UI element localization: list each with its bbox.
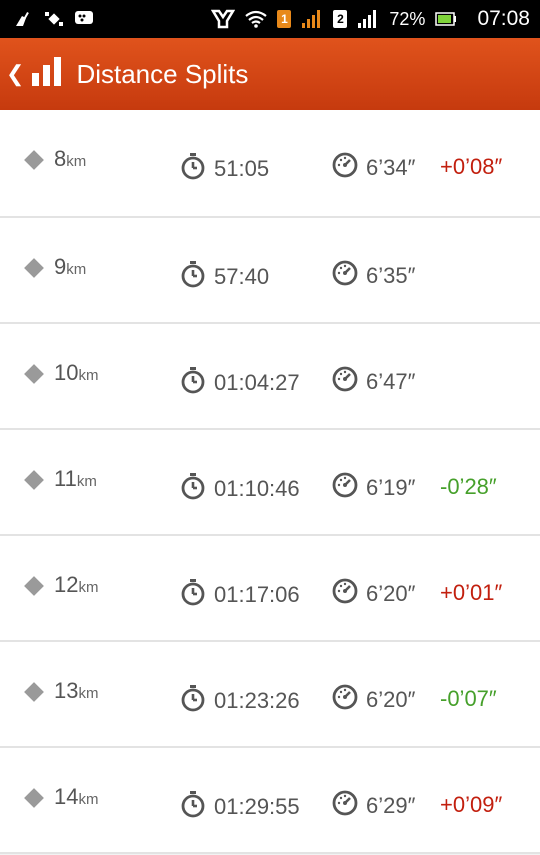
split-row[interactable]: 9km 57:40 6’35″ [0, 218, 540, 324]
stopwatch-icon [180, 684, 206, 717]
split-row[interactable]: 13km 01:23:26 6’20″ -0’07″ [0, 642, 540, 748]
split-pace: 6’29″ [366, 792, 416, 818]
satellite-icon [44, 10, 64, 28]
header-bar: ❮ Distance Splits [0, 38, 540, 110]
diamond-icon [24, 364, 44, 384]
split-pace-group: 6’20″ [332, 578, 415, 609]
split-pace-group: 6’20″ [332, 684, 415, 715]
split-time-group: 01:17:06 [180, 578, 300, 611]
split-time: 01:04:27 [214, 369, 300, 395]
stopwatch-icon [180, 260, 206, 293]
split-time-group: 01:04:27 [180, 366, 300, 399]
status-left [14, 10, 94, 28]
diamond-icon [24, 788, 44, 808]
split-row[interactable]: 8km 51:05 6’34″ +0’08″ [0, 110, 540, 218]
chat-icon [74, 10, 94, 28]
split-time: 51:05 [214, 155, 270, 181]
stopwatch-icon [180, 366, 206, 399]
split-row[interactable]: 11km 01:10:46 6’19″ -0’28″ [0, 430, 540, 536]
split-delta: +0’01″ [440, 580, 503, 605]
speedometer-icon [332, 578, 358, 609]
stopwatch-icon [180, 578, 206, 611]
status-right: 1 2 72% 07:08 [211, 7, 530, 31]
split-time: 01:17:06 [214, 581, 300, 607]
speedometer-icon [332, 366, 358, 397]
split-delta: +0’09″ [440, 792, 503, 817]
split-delta: -0’28″ [440, 474, 497, 499]
split-pace-group: 6’19″ [332, 472, 415, 503]
speedometer-icon [332, 260, 358, 291]
split-time: 01:29:55 [214, 793, 300, 819]
split-time-group: 51:05 [180, 152, 269, 185]
speedometer-icon [332, 684, 358, 715]
split-pace-group: 6’35″ [332, 260, 415, 291]
diamond-icon [24, 682, 44, 702]
diamond-icon [24, 258, 44, 278]
speedometer-icon [332, 790, 358, 821]
stopwatch-icon [180, 472, 206, 505]
split-time-group: 01:29:55 [180, 790, 300, 823]
bar-chart-icon [30, 55, 64, 94]
battery-percent: 72% [389, 8, 426, 29]
splits-list: 8km 51:05 6’34″ +0’08″ 9km 57:40 6’35″ 10km 01:0… [0, 110, 540, 854]
signal-orange-icon [301, 9, 323, 29]
split-distance: 14km [54, 784, 99, 809]
split-row[interactable]: 14km 01:29:55 6’29″ +0’09″ [0, 748, 540, 854]
split-pace: 6’35″ [366, 262, 416, 288]
signal-white-icon [357, 9, 379, 29]
sim2-badge: 2 [333, 10, 348, 28]
diamond-icon [24, 150, 44, 170]
split-delta: +0’08″ [440, 154, 503, 179]
split-pace: 6’34″ [366, 154, 416, 180]
split-time-group: 01:23:26 [180, 684, 300, 717]
split-row[interactable]: 10km 01:04:27 6’47″ [0, 324, 540, 430]
wifi-icon [245, 10, 268, 28]
page-title: Distance Splits [76, 58, 249, 89]
sim1-badge: 1 [277, 10, 292, 28]
split-time-group: 01:10:46 [180, 472, 300, 505]
split-distance: 11km [54, 466, 97, 491]
battery-icon [435, 11, 457, 27]
split-pace: 6’19″ [366, 474, 416, 500]
split-delta: -0’07″ [440, 686, 497, 711]
speedometer-icon [332, 152, 358, 183]
split-time: 57:40 [214, 263, 270, 289]
stopwatch-icon [180, 790, 206, 823]
split-time: 01:23:26 [214, 687, 300, 713]
split-pace: 6’20″ [366, 686, 416, 712]
speedometer-icon [332, 472, 358, 503]
split-pace: 6’47″ [366, 368, 416, 394]
split-time-group: 57:40 [180, 260, 269, 293]
split-distance: 13km [54, 678, 99, 703]
split-pace-group: 6’34″ [332, 152, 415, 183]
stopwatch-icon [180, 152, 206, 185]
cleanup-icon [14, 10, 34, 28]
split-pace-group: 6’47″ [332, 366, 415, 397]
split-distance: 12km [54, 572, 99, 597]
split-distance: 9km [54, 254, 87, 279]
split-pace: 6’20″ [366, 580, 416, 606]
split-time: 01:10:46 [214, 475, 300, 501]
running-app-icon [211, 9, 236, 29]
status-bar: 1 2 72% 07:08 [0, 0, 540, 38]
split-row[interactable]: 12km 01:17:06 6’20″ +0’01″ [0, 536, 540, 642]
diamond-icon [24, 470, 44, 490]
diamond-icon [24, 576, 44, 596]
chevron-left-icon[interactable]: ❮ [6, 61, 24, 87]
split-pace-group: 6’29″ [332, 790, 415, 821]
split-distance: 8km [54, 146, 87, 171]
split-distance: 10km [54, 360, 99, 385]
clock: 07:08 [477, 7, 530, 30]
